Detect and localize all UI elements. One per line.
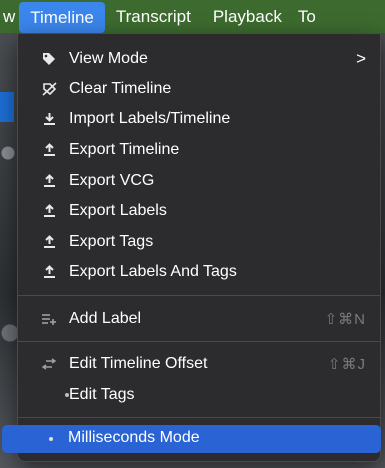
menu-separator (18, 417, 380, 418)
chevron-right-icon: > (356, 49, 366, 68)
menubar-item-timeline[interactable]: Timeline (19, 1, 105, 33)
menu-item-clear-timeline[interactable]: Clear Timeline (18, 75, 380, 103)
menu-item-label: Edit Timeline Offset (69, 355, 208, 372)
menu-item-export-vcg[interactable]: Export VCG (18, 167, 380, 195)
menu-item-label: Import Labels/Timeline (69, 110, 231, 127)
menu-item-edit-timeline-offset[interactable]: Edit Timeline Offset ⇧⌘J (18, 350, 380, 378)
timeline-dropdown-menu: View Mode > Clear Timeline Import Labels… (0, 33, 381, 462)
upload-icon (40, 141, 58, 159)
keyboard-shortcut: ⇧⌘N (324, 311, 366, 328)
menu-separator (18, 341, 380, 342)
upload-icon (40, 172, 58, 190)
arrows-swap-icon (40, 355, 58, 373)
menu-item-export-labels[interactable]: Export Labels (18, 197, 380, 225)
tag-icon (40, 50, 58, 68)
menu-item-export-labels-and-tags[interactable]: Export Labels And Tags (18, 258, 380, 286)
upload-icon (40, 233, 58, 251)
menu-item-label: Export Labels And Tags (69, 263, 237, 280)
menu-item-add-label[interactable]: Add Label ⇧⌘N (18, 305, 380, 333)
upload-icon (40, 202, 58, 220)
menubar-item-transcript[interactable]: Transcript (105, 0, 202, 33)
menu-item-label: Clear Timeline (69, 80, 172, 97)
menu-item-edit-tags[interactable]: Edit Tags (18, 381, 380, 409)
menu-item-label: Export Timeline (69, 141, 180, 158)
menu-item-milliseconds-mode[interactable]: ✓ Milliseconds Mode (0, 425, 381, 453)
menu-item-label: Milliseconds Mode (68, 429, 200, 446)
menu-bar: w Timeline Transcript Playback To (0, 0, 385, 33)
menu-separator (18, 295, 380, 296)
menubar-item-partial-right[interactable]: To (293, 0, 316, 33)
menu-item-label: Edit Tags (69, 386, 135, 403)
menu-item-export-tags[interactable]: Export Tags (18, 228, 380, 256)
background-selection-accent (0, 92, 14, 122)
download-icon (40, 110, 58, 128)
menu-item-label: Export VCG (69, 172, 155, 189)
upload-icon (40, 263, 58, 281)
menu-item-import-labels-timeline[interactable]: Import Labels/Timeline (18, 105, 380, 133)
menu-item-label: Export Tags (69, 233, 154, 250)
tag-slash-icon (40, 80, 58, 98)
bullet-icon (49, 437, 53, 441)
keyboard-shortcut: ⇧⌘J (327, 356, 366, 373)
list-add-icon (40, 310, 58, 328)
checkmark-icon: ✓ (0, 428, 3, 446)
menu-item-label: Add Label (69, 310, 142, 327)
menu-item-label: View Mode (69, 50, 148, 67)
menubar-item-playback[interactable]: Playback (202, 0, 293, 33)
menu-item-export-timeline[interactable]: Export Timeline (18, 136, 380, 164)
menu-item-view-mode[interactable]: View Mode > (18, 45, 380, 73)
menubar-item-partial-left[interactable]: w (0, 0, 19, 33)
menu-item-label: Export Labels (69, 202, 167, 219)
